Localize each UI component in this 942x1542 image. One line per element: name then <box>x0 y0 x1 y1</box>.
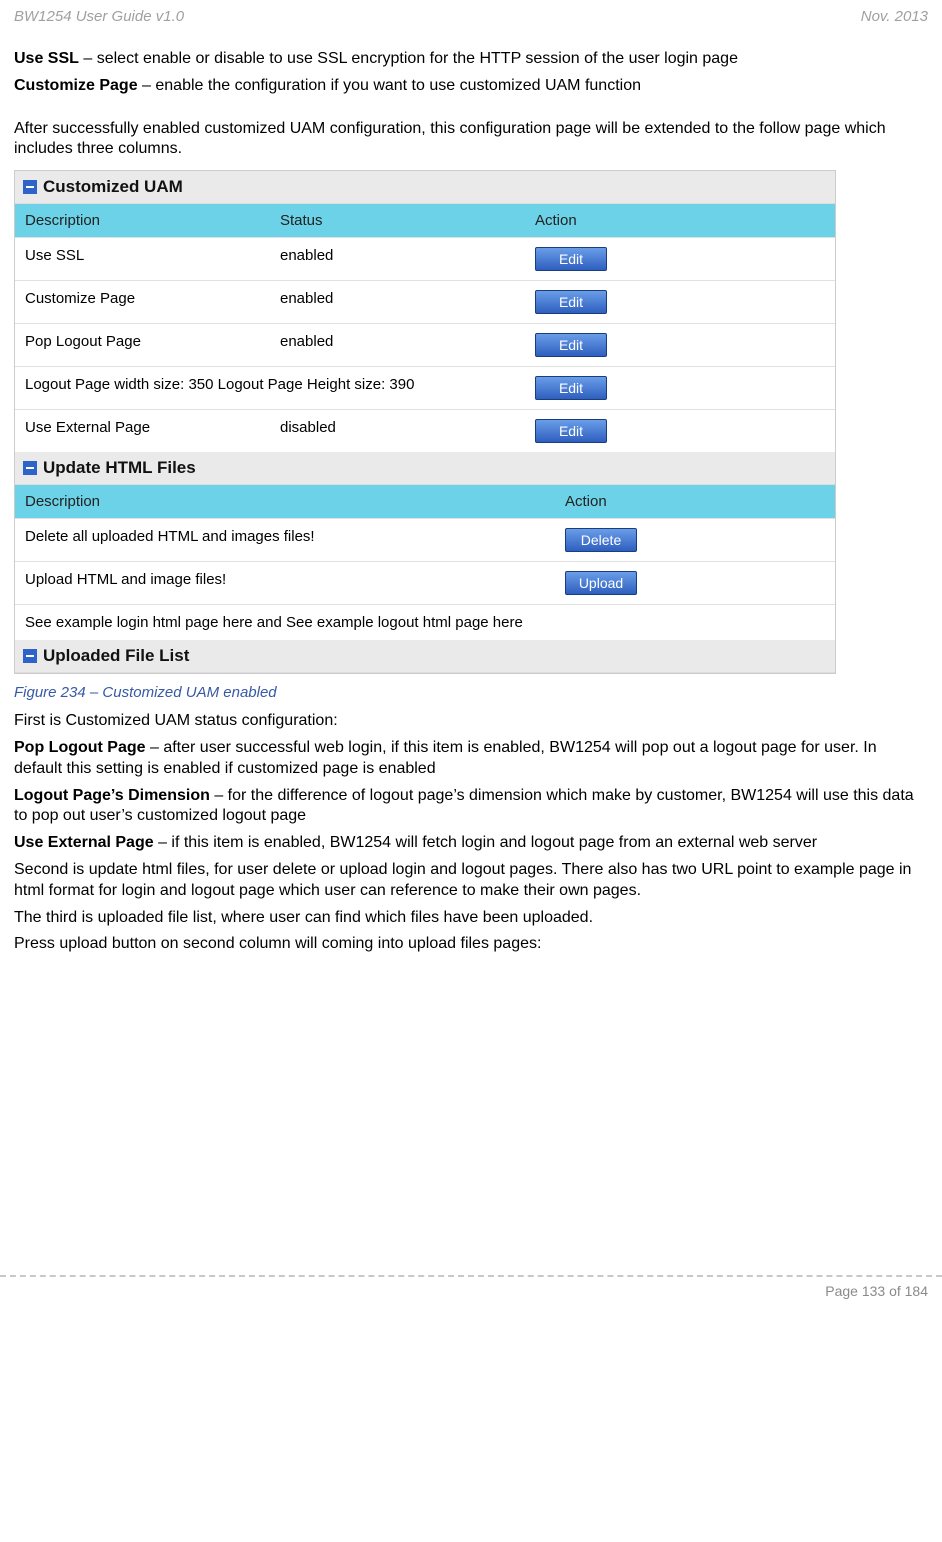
section-title-1: Customized UAM <box>43 177 183 197</box>
delete-button[interactable]: Delete <box>565 528 637 552</box>
label-dim: Logout Page’s Dimension <box>14 787 210 804</box>
doc-date: Nov. 2013 <box>861 8 928 25</box>
upload-button[interactable]: Upload <box>565 571 637 595</box>
table-row: Logout Page width size: 350 Logout Page … <box>15 366 835 409</box>
section-customized-uam: Customized UAM <box>15 171 835 204</box>
table-row: Pop Logout Page enabled Edit <box>15 323 835 366</box>
table1-header: Description Status Action <box>15 204 835 237</box>
col-action: Action <box>525 204 835 237</box>
cell-status: enabled <box>270 281 525 323</box>
edit-button[interactable]: Edit <box>535 333 607 357</box>
cell-desc: Use External Page <box>15 410 270 452</box>
edit-button[interactable]: Edit <box>535 376 607 400</box>
cell-desc: Pop Logout Page <box>15 324 270 366</box>
collapse-icon[interactable] <box>23 180 37 194</box>
paragraph-pop: Pop Logout Page – after user successful … <box>14 738 928 780</box>
cell-desc: Use SSL <box>15 238 270 280</box>
text-use-ssl: – select enable or disable to use SSL en… <box>79 50 738 67</box>
section-update-html: Update HTML Files <box>15 452 835 485</box>
label-pop: Pop Logout Page <box>14 739 146 756</box>
cell-desc: Upload HTML and image files! <box>15 562 555 604</box>
cell-desc: See example login html page here and See… <box>15 605 835 640</box>
col-description: Description <box>15 485 555 518</box>
paragraph: The third is uploaded file list, where u… <box>14 908 928 929</box>
cell-desc: Delete all uploaded HTML and images file… <box>15 519 555 561</box>
section-title-3: Uploaded File List <box>43 646 189 666</box>
table-row: See example login html page here and See… <box>15 604 835 640</box>
section-uploaded-list: Uploaded File List <box>15 640 835 673</box>
label-customize: Customize Page <box>14 77 138 94</box>
table-row: Use SSL enabled Edit <box>15 237 835 280</box>
collapse-icon[interactable] <box>23 649 37 663</box>
cell-status: enabled <box>270 238 525 280</box>
section-title-2: Update HTML Files <box>43 458 196 478</box>
table-row: Use External Page disabled Edit <box>15 409 835 452</box>
cell-status: enabled <box>270 324 525 366</box>
table-row: Delete all uploaded HTML and images file… <box>15 518 835 561</box>
figure-caption: Figure 234 – Customized UAM enabled <box>14 684 928 701</box>
paragraph-customize: Customize Page – enable the configuratio… <box>14 76 928 97</box>
table2-header: Description Action <box>15 485 835 518</box>
paragraph-ext: Use External Page – if this item is enab… <box>14 833 928 854</box>
paragraph: First is Customized UAM status configura… <box>14 711 928 732</box>
customized-uam-screenshot: Customized UAM Description Status Action… <box>14 170 836 674</box>
table-row: Customize Page enabled Edit <box>15 280 835 323</box>
collapse-icon[interactable] <box>23 461 37 475</box>
paragraph-after: After successfully enabled customized UA… <box>14 119 928 161</box>
cell-status: disabled <box>270 410 525 452</box>
col-description: Description <box>15 204 270 237</box>
text-ext: – if this item is enabled, BW1254 will f… <box>154 834 817 851</box>
paragraph: Second is update html files, for user de… <box>14 860 928 902</box>
edit-button[interactable]: Edit <box>535 419 607 443</box>
table-row: Upload HTML and image files! Upload <box>15 561 835 604</box>
edit-button[interactable]: Edit <box>535 247 607 271</box>
cell-desc: Customize Page <box>15 281 270 323</box>
label-ext: Use External Page <box>14 834 154 851</box>
label-use-ssl: Use SSL <box>14 50 79 67</box>
edit-button[interactable]: Edit <box>535 290 607 314</box>
text-customize: – enable the configuration if you want t… <box>138 77 641 94</box>
doc-title: BW1254 User Guide v1.0 <box>14 8 184 25</box>
cell-desc: Logout Page width size: 350 Logout Page … <box>15 367 525 409</box>
paragraph-dim: Logout Page’s Dimension – for the differ… <box>14 786 928 828</box>
page-number: Page 133 of 184 <box>0 1277 942 1309</box>
paragraph: Press upload button on second column wil… <box>14 934 928 955</box>
col-action: Action <box>555 485 835 518</box>
col-status: Status <box>270 204 525 237</box>
paragraph-use-ssl: Use SSL – select enable or disable to us… <box>14 49 928 70</box>
